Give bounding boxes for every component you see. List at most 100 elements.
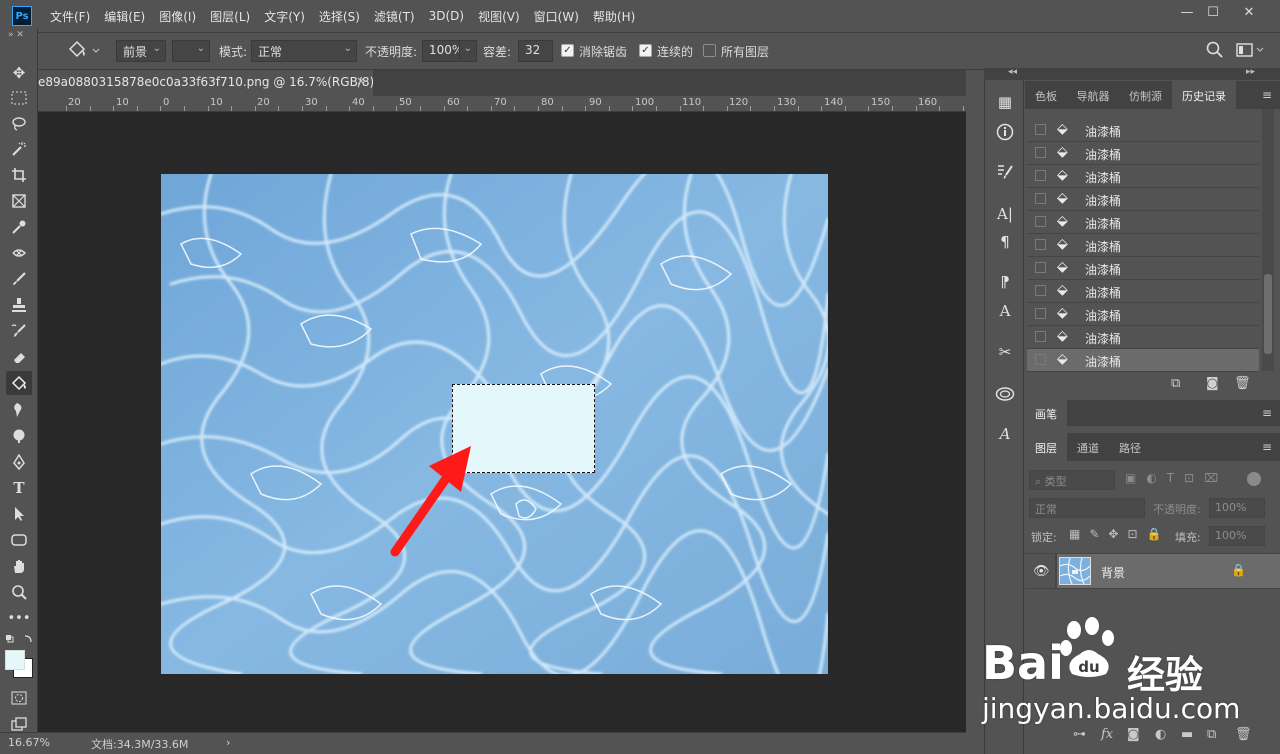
move-tool-icon[interactable]: ✥ [6,61,32,85]
tolerance-input[interactable]: 32 [518,40,553,62]
menu-view[interactable]: 视图(V) [478,8,520,25]
layer-filter-icons[interactable]: ▣◐T⊡⌧ [1125,471,1228,485]
close-tab-icon[interactable]: × [356,74,366,88]
paragraph-styles-icon[interactable]: ⁋ [993,270,1017,294]
tab-clone-source[interactable]: 仿制源 [1119,81,1172,109]
history-item[interactable]: ⬙ 油漆桶 [1027,211,1259,234]
tab-swatches[interactable]: 色板 [1025,81,1067,109]
zoom-tool-icon[interactable] [6,580,32,604]
eraser-tool-icon[interactable] [6,345,32,369]
crop-tool-icon[interactable] [6,163,32,187]
collapse-toolbar-icon[interactable]: » ✕ [8,30,24,40]
link-layers-icon[interactable]: ⊶ [1073,727,1086,742]
document-tab[interactable]: e89a0880315878e0c0a33f63f710.png @ 16.7%… [38,70,373,96]
new-layer-icon[interactable]: ⧉ [1207,727,1216,742]
search-icon[interactable] [1206,41,1224,62]
menu-select[interactable]: 选择(S) [319,8,360,25]
frame-tool-icon[interactable] [6,189,32,213]
panel-menu-icon[interactable]: ≡ [1262,406,1272,420]
pen-tool-icon[interactable] [6,450,32,474]
history-item[interactable]: ⬙ 油漆桶 [1027,234,1259,257]
tab-layers[interactable]: 图层 [1025,433,1067,461]
layer-mask-icon[interactable]: ◙ [1127,727,1140,742]
libraries-icon[interactable]: ▦ [993,90,1017,114]
layer-row-background[interactable]: 👁 背景 🔒 [1025,553,1280,589]
zoom-level[interactable]: 16.67% [8,736,50,749]
tool-presets-icon[interactable]: ✂ [993,340,1017,364]
blur-tool-icon[interactable] [6,398,32,422]
path-selection-tool-icon[interactable] [6,502,32,526]
layer-filter-select[interactable]: ⌕ 类型 [1029,470,1115,490]
paint-bucket-preset-icon[interactable] [66,40,106,62]
eyedropper-tool-icon[interactable] [6,215,32,239]
new-document-from-state-icon[interactable]: ⧉ [1171,376,1180,391]
menu-window[interactable]: 窗口(W) [534,8,579,25]
filter-toggle-icon[interactable] [1247,472,1261,486]
paint-bucket-tool-icon[interactable] [6,371,32,395]
adjustment-layer-icon[interactable]: ◐ [1155,727,1166,742]
tab-navigator[interactable]: 导航器 [1067,81,1119,109]
clone-stamp-tool-icon[interactable] [6,293,32,317]
history-item[interactable]: ⬙ 油漆桶 [1027,165,1259,188]
swap-colors-icon[interactable] [5,634,33,646]
character-styles-icon[interactable]: A [993,299,1017,323]
history-item[interactable]: ⬙ 油漆桶 [1027,303,1259,326]
layer-name[interactable]: 背景 [1101,564,1125,581]
dodge-tool-icon[interactable] [6,424,32,448]
marquee-tool-icon[interactable] [6,86,32,110]
menu-help[interactable]: 帮助(H) [593,8,635,25]
maximize-button[interactable]: ☐ [1196,0,1230,24]
history-item[interactable]: ⬙ 油漆桶 [1027,280,1259,303]
menu-edit[interactable]: 编辑(E) [104,8,145,25]
fill-source-select[interactable]: 前景 ⌄ [116,40,166,62]
layer-blend-mode-select[interactable]: 正常 [1029,498,1145,518]
history-item-selected[interactable]: ⬙ 油漆桶 [1027,349,1259,372]
tab-history[interactable]: 历史记录 [1172,81,1236,109]
menu-filter[interactable]: 滤镜(T) [374,8,415,25]
paragraph-icon[interactable]: ¶ [993,230,1017,254]
quick-mask-icon[interactable] [6,686,32,710]
lock-options-icons[interactable]: ▦✎✥⊡🔒 [1069,527,1170,541]
tab-brush[interactable]: 画笔 [1025,400,1067,426]
brush-tool-icon[interactable] [6,267,32,291]
history-item[interactable]: ⬙ 油漆桶 [1027,257,1259,280]
tab-paths[interactable]: 路径 [1109,433,1151,461]
menu-layer[interactable]: 图层(L) [210,8,250,25]
menu-3d[interactable]: 3D(D) [429,9,464,23]
close-window-button[interactable]: ✕ [1232,0,1266,24]
trash-icon[interactable]: 🗑 [1234,376,1251,391]
layer-fill-input[interactable]: 100% [1209,526,1265,546]
history-item[interactable]: ⬙ 油漆桶 [1027,142,1259,165]
info-icon[interactable] [993,120,1017,144]
snapshot-camera-icon[interactable]: ◙ [1206,376,1219,391]
panel-menu-icon[interactable]: ≡ [1262,440,1272,454]
contiguous-checkbox[interactable]: ✓ [639,44,652,57]
layer-opacity-input[interactable]: 100% [1209,498,1265,518]
brush-settings-icon[interactable] [993,160,1017,184]
history-scrollbar[interactable] [1262,109,1274,371]
collapse-dock-icon[interactable]: ◂◂ [1008,67,1017,77]
history-brush-tool-icon[interactable] [6,319,32,343]
lasso-tool-icon[interactable] [6,112,32,136]
hand-tool-icon[interactable] [6,554,32,578]
glyphs-icon[interactable]: A [993,422,1017,446]
tab-channels[interactable]: 通道 [1067,433,1109,461]
eye-visibility-icon[interactable]: 👁 [1033,564,1050,579]
magic-wand-tool-icon[interactable] [6,137,32,161]
healing-brush-tool-icon[interactable] [6,241,32,265]
menu-file[interactable]: 文件(F) [50,8,90,25]
opacity-dropdown-button[interactable]: ⌄ [459,40,477,62]
history-item[interactable]: ⬙ 油漆桶 [1027,188,1259,211]
creative-cloud-icon[interactable] [993,382,1017,406]
expand-dock-icon[interactable]: ▸▸ [1246,67,1255,77]
menu-image[interactable]: 图像(I) [159,8,196,25]
type-tool-icon[interactable]: T [6,476,32,500]
more-tools-icon[interactable]: ••• [6,606,32,630]
history-item[interactable]: ⬙ 油漆桶 [1027,119,1259,142]
antialias-checkbox[interactable]: ✓ [561,44,574,57]
layer-fx-icon[interactable]: fx [1101,727,1113,742]
photoshop-logo[interactable]: Ps [12,6,32,26]
new-group-icon[interactable]: ▬ [1181,727,1193,742]
all-layers-checkbox[interactable] [703,44,716,57]
pattern-picker[interactable]: ⌄ [172,40,210,62]
